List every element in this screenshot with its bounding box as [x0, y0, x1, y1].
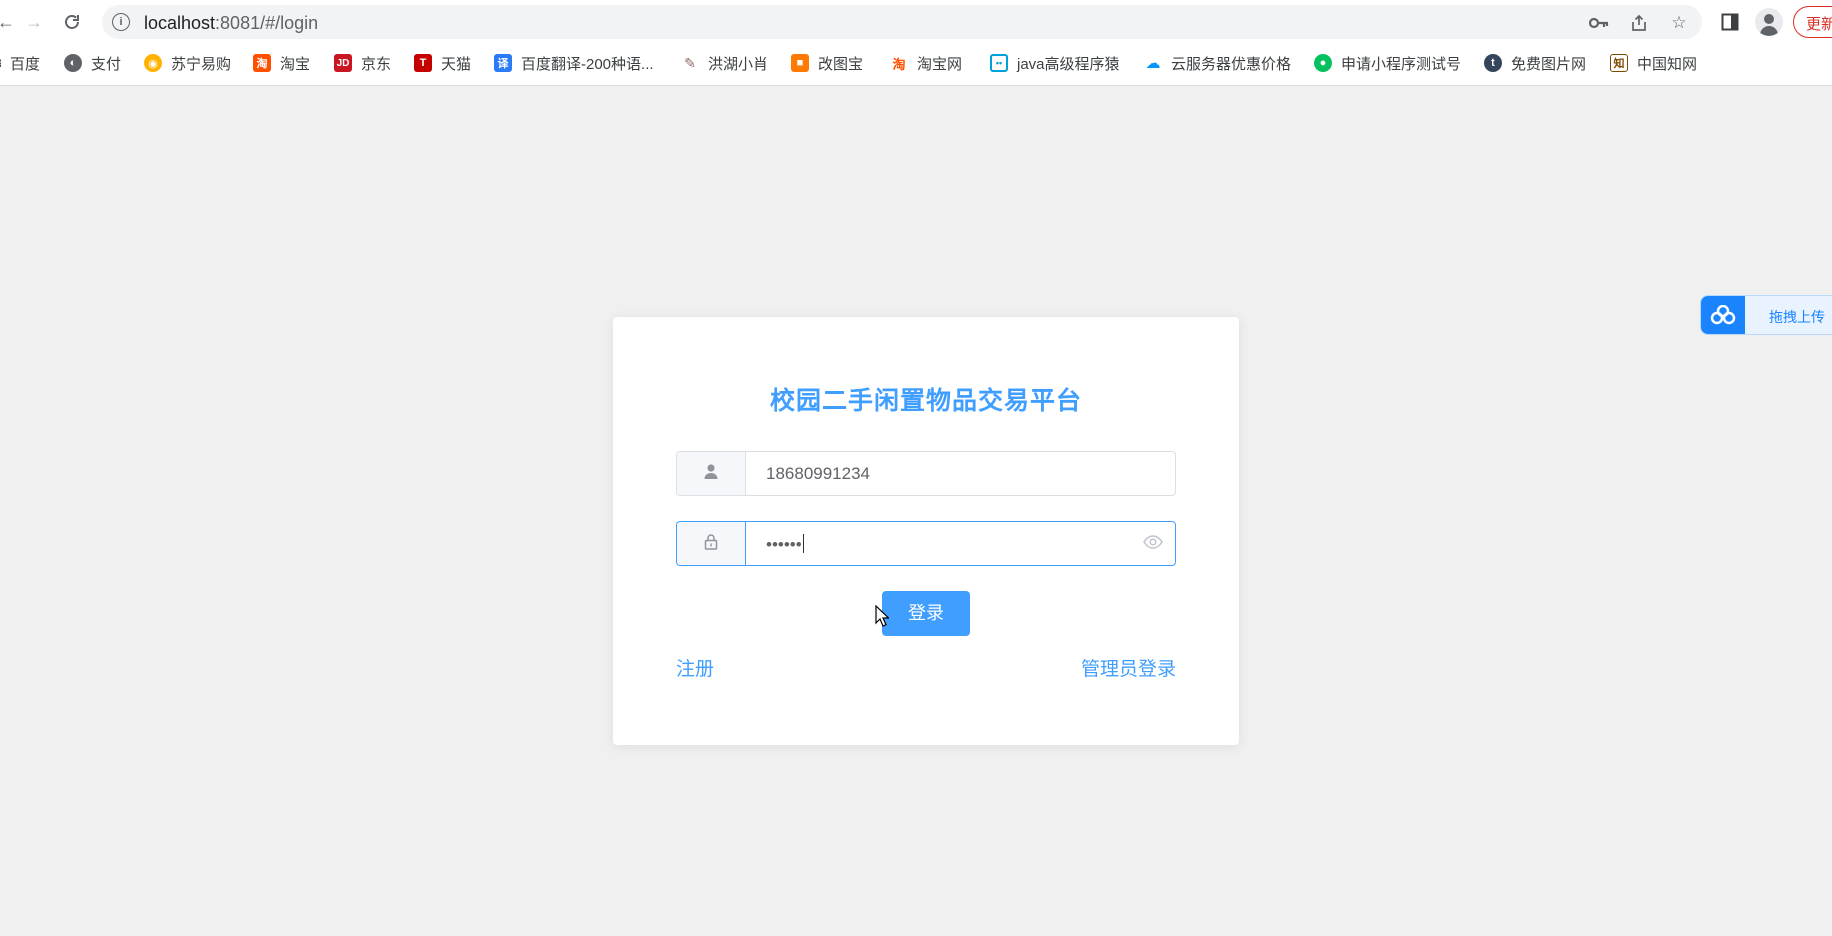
baidu-icon: ⁝: [0, 54, 4, 72]
password-dots: ••••••: [766, 535, 802, 554]
back-icon[interactable]: ←: [0, 8, 20, 36]
bookmark-label: java高级程序猿: [1017, 55, 1120, 73]
bookmark-label: 京东: [361, 55, 392, 73]
register-link[interactable]: 注册: [676, 654, 714, 681]
bird-icon: ✎: [684, 54, 696, 71]
bookmark-taobao[interactable]: 淘淘宝: [253, 51, 310, 75]
suning-icon: ◉: [144, 54, 162, 72]
text-caret: [802, 534, 804, 553]
site-info-icon[interactable]: i: [112, 13, 130, 31]
bookmarks-bar: ⁝百度 ◐支付 ◉苏宁易购 淘淘宝 JD京东 T天猫 译百度翻译-200种语..…: [0, 48, 1832, 78]
bookmark-label: 百度: [10, 55, 41, 73]
user-icon: [703, 463, 719, 484]
bookmark-label: 百度翻译-200种语...: [521, 55, 654, 73]
taobao-icon: 淘: [892, 56, 906, 72]
share-icon[interactable]: [1628, 12, 1650, 34]
login-button[interactable]: 登录: [882, 591, 970, 636]
bookmark-label: 洪湖小肖: [708, 55, 769, 73]
translate-icon: 译: [494, 54, 512, 72]
bookmark-honghu[interactable]: ✎ 洪湖小肖: [681, 51, 768, 75]
bookmark-label: 云服务器优惠价格: [1171, 55, 1292, 73]
bookmark-label: 改图宝: [818, 55, 864, 73]
bookmark-wechat[interactable]: ● 申请小程序测试号: [1314, 51, 1461, 75]
url-text[interactable]: localhost:8081/#/login: [144, 13, 318, 34]
password-prepend: [677, 522, 746, 565]
mouse-cursor-icon: [875, 605, 889, 627]
url-path: :8081/#/login: [215, 13, 319, 33]
bookmark-label: 支付: [91, 55, 122, 73]
bookmark-label: 中国知网: [1637, 55, 1698, 73]
update-button[interactable]: 更新: [1793, 6, 1832, 38]
key-icon[interactable]: [1588, 12, 1610, 34]
profile-avatar[interactable]: [1755, 8, 1783, 36]
bookmark-label: 淘宝网: [917, 55, 963, 73]
bilibili-icon: ••: [990, 54, 1008, 72]
password-input[interactable]: ••••••: [766, 534, 804, 555]
gaitubao-icon: ■: [791, 54, 809, 72]
reload-icon[interactable]: [58, 8, 86, 36]
globe-icon: ◐: [64, 54, 82, 72]
lock-icon: [703, 533, 719, 555]
bookmark-suning[interactable]: ◉ 苏宁易购: [144, 51, 231, 75]
url-host: localhost: [144, 13, 216, 33]
cloud-icon: ☁: [1145, 55, 1161, 72]
page-title: 校园二手闲置物品交易平台: [769, 387, 1082, 415]
browser-chrome: ← → i localhost:8081/#/login ☆ 更新 ⁝ 百度: [0, 0, 1832, 86]
jd-icon: JD: [334, 54, 352, 72]
side-panel-icon[interactable]: [1718, 10, 1742, 34]
username-input[interactable]: 18680991234: [766, 464, 870, 484]
browser-toolbar: ← → i localhost:8081/#/login ☆ 更新: [0, 0, 1832, 44]
tmall-icon: T: [414, 54, 432, 72]
bookmark-baidu-translate[interactable]: 译百度翻译-200种语...: [494, 51, 654, 75]
admin-login-link[interactable]: 管理员登录: [1081, 654, 1176, 681]
drag-upload-widget[interactable]: 拖拽上传: [1700, 295, 1832, 335]
bookmark-taobao-net[interactable]: 淘淘宝网: [890, 51, 962, 75]
cnki-icon: 知: [1610, 54, 1628, 72]
bookmark-cnki[interactable]: 知中国知网: [1610, 51, 1697, 75]
bookmark-baidu[interactable]: ⁝ 百度: [0, 51, 40, 75]
username-prepend: [677, 452, 746, 495]
bookmark-label: 苏宁易购: [171, 55, 232, 73]
address-bar[interactable]: i localhost:8081/#/login ☆: [102, 5, 1702, 39]
bookmark-jd[interactable]: JD 京东: [334, 51, 391, 75]
drag-upload-label: 拖拽上传: [1769, 309, 1825, 325]
bookmark-zhifu[interactable]: ◐ 支付: [64, 51, 121, 75]
bookmark-gaitubao[interactable]: ■ 改图宝: [791, 51, 863, 75]
username-field[interactable]: 18680991234: [676, 451, 1176, 496]
baidu-netdisk-icon: [1701, 296, 1745, 334]
wechat-icon: ●: [1314, 54, 1332, 72]
bookmark-label: 天猫: [441, 55, 472, 73]
star-icon[interactable]: ☆: [1668, 12, 1690, 34]
taobao-icon: 淘: [253, 54, 271, 72]
tumblr-icon: t: [1484, 54, 1502, 72]
bookmark-label: 申请小程序测试号: [1341, 55, 1462, 73]
bookmark-label: 淘宝: [280, 55, 311, 73]
login-card: 校园二手闲置物品交易平台 18680991234 •••••• 登录 注册 管理…: [613, 317, 1239, 745]
bookmark-bilibili[interactable]: •• java高级程序猿: [990, 51, 1120, 75]
bookmark-tmall[interactable]: T 天猫: [414, 51, 471, 75]
password-field[interactable]: ••••••: [676, 521, 1176, 566]
eye-icon[interactable]: [1143, 535, 1163, 553]
bookmark-cloud[interactable]: ☁ 云服务器优惠价格: [1144, 51, 1292, 75]
bookmark-images[interactable]: t 免费图片网: [1484, 51, 1586, 75]
forward-icon[interactable]: →: [20, 8, 48, 36]
bookmark-label: 免费图片网: [1511, 55, 1587, 73]
